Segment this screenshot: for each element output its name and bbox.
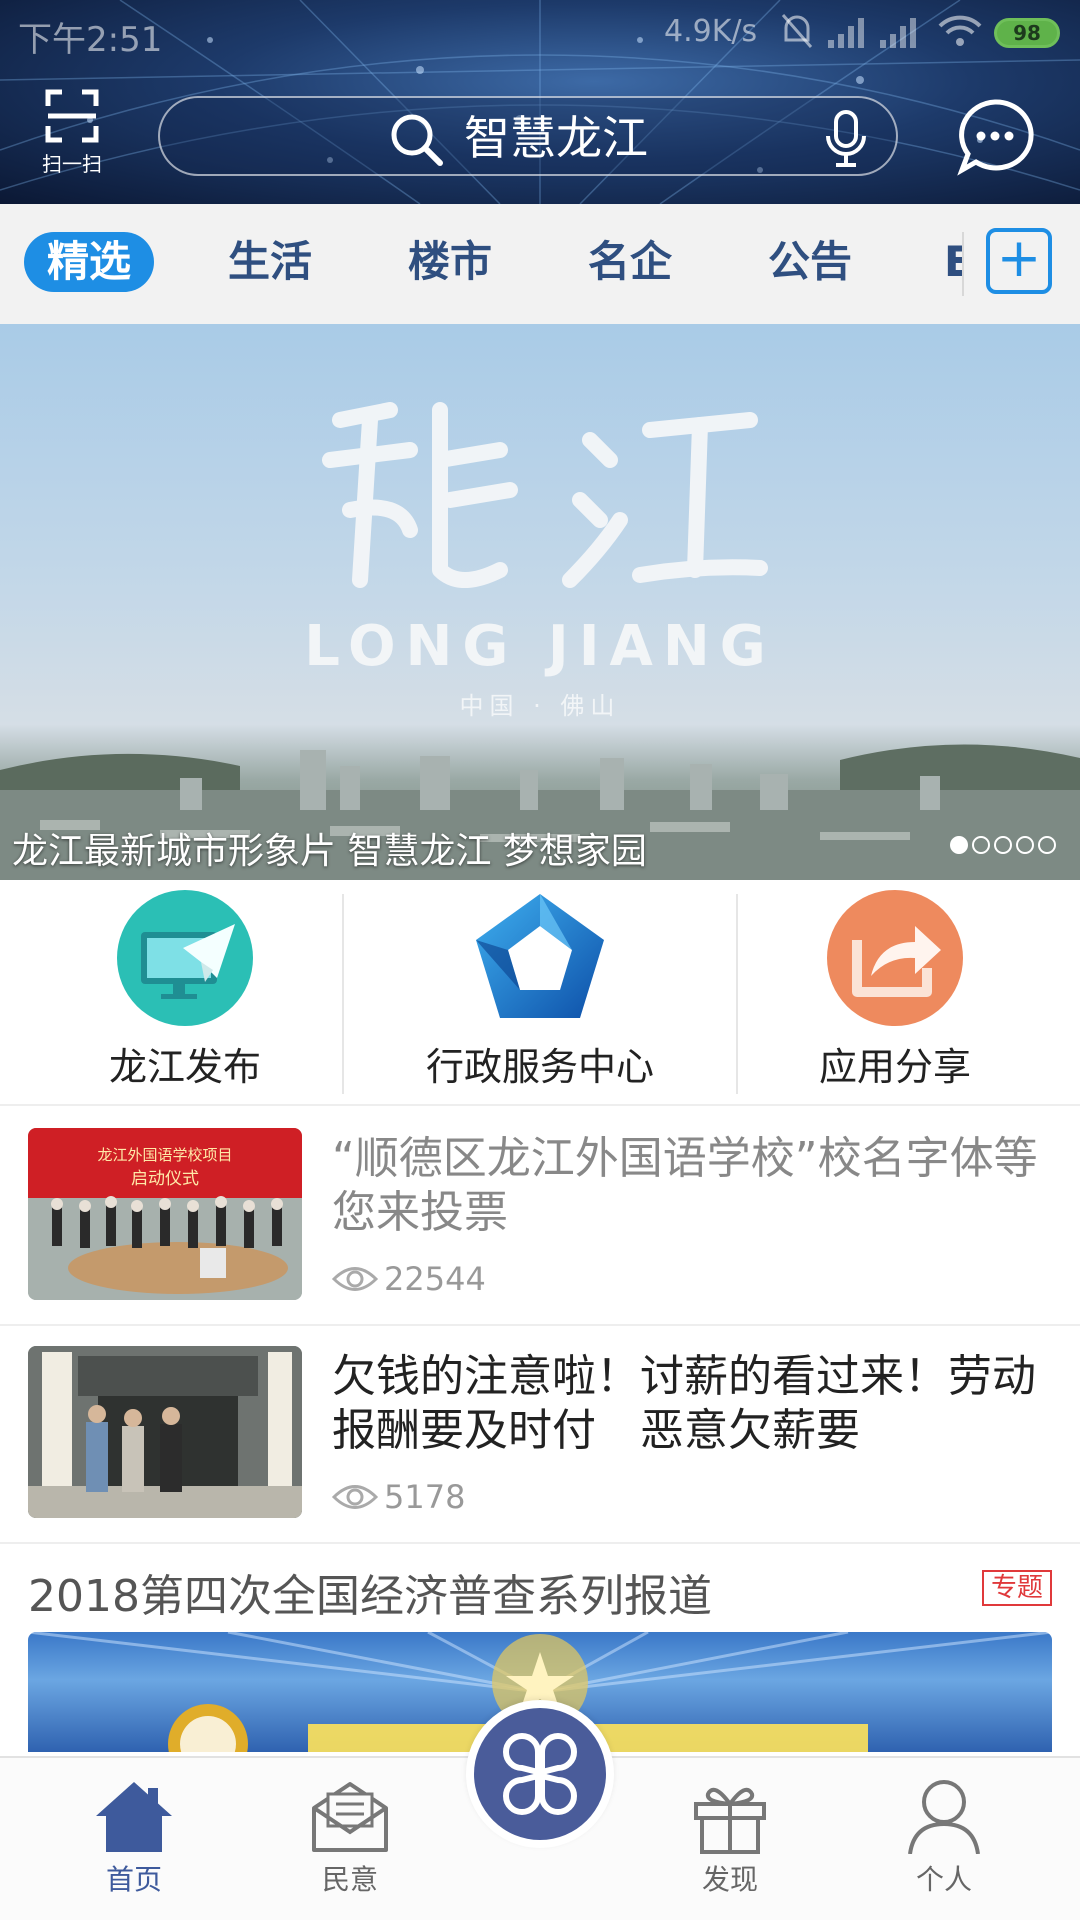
banner-calligraphy-art: [322, 402, 768, 588]
tab-enterprise[interactable]: 名企: [570, 232, 690, 292]
eye-icon: [331, 1485, 379, 1509]
nav-profile[interactable]: 个人: [884, 1778, 1004, 1898]
tab-notice[interactable]: 公告: [750, 232, 870, 292]
nav-label: 民意: [321, 1863, 378, 1896]
view-count-value: 22544: [384, 1260, 486, 1298]
view-count: 22544: [331, 1258, 486, 1298]
nav-discover[interactable]: 发现: [670, 1778, 790, 1898]
tab-divider: [962, 232, 964, 296]
carousel-dot: [1016, 836, 1034, 854]
banner-carousel[interactable]: LONG JIANG 中国 · 佛山 龙江最新城市形象片 智慧龙江 梦想家园: [0, 324, 1080, 880]
quick-longjiang-release[interactable]: 龙江发布: [40, 890, 330, 1100]
nav-label: 首页: [105, 1863, 162, 1896]
clover-icon: [503, 1733, 577, 1815]
quick-divider: [342, 894, 344, 1094]
mail-icon: [312, 1782, 388, 1852]
gift-icon: [694, 1787, 766, 1854]
person-icon: [908, 1780, 980, 1854]
news-title: 欠钱的注意啦！讨薪的看过来！劳动报酬要及时付 恶意欠薪要: [332, 1351, 1036, 1456]
news-item[interactable]: 龙江外国语学校项目 启动仪式 “顺德区龙江外国语学校”校名字体等您来投票 225…: [0, 1108, 1080, 1326]
news-item[interactable]: 欠钱的注意啦！讨薪的看过来！劳动报酬要及时付 恶意欠薪要 5178: [0, 1326, 1080, 1544]
status-time: 下午2:51: [18, 20, 163, 60]
pentagon-logo-icon: [476, 894, 604, 1018]
nav-label: 个人: [915, 1863, 972, 1896]
share-icon: [827, 890, 963, 1026]
banner-caption: 龙江最新城市形象片 智慧龙江 梦想家园: [12, 831, 647, 872]
view-count-value: 5178: [384, 1478, 466, 1516]
news-title: “顺德区龙江外国语学校”校名字体等您来投票: [332, 1133, 1038, 1238]
nav-opinion[interactable]: 民意: [290, 1778, 410, 1898]
scan-button[interactable]: 扫一扫: [30, 88, 114, 178]
quick-divider: [736, 894, 738, 1094]
carousel-dot: [972, 836, 990, 854]
tab-more-partial[interactable]: E: [944, 232, 962, 292]
thumb-banner-text: 龙江外国语学校项目: [97, 1146, 232, 1164]
view-count: 5178: [331, 1476, 466, 1516]
network-speed: 4.9K/s: [664, 14, 758, 49]
search-icon: [391, 114, 443, 166]
tab-life[interactable]: 生活: [210, 232, 330, 292]
search-query-text: 智慧龙江: [464, 111, 648, 165]
thumb-banner-text: 启动仪式: [131, 1169, 199, 1189]
carousel-indicator: [946, 836, 1056, 860]
home-icon: [96, 1782, 172, 1852]
eye-icon: [331, 1267, 379, 1291]
carousel-dot: [950, 836, 968, 854]
quick-label: 应用分享: [818, 1045, 971, 1089]
quick-app-share[interactable]: 应用分享: [760, 890, 1030, 1100]
banner-subtitle: 中国 · 佛山: [459, 692, 621, 720]
quick-services: 龙江发布 行政服务中心 应用分享: [0, 880, 1080, 1106]
battery-indicator: 98: [994, 18, 1060, 48]
carousel-dot: [1038, 836, 1056, 854]
category-tab-bar: 精选 生活 楼市 名企 公告 E: [0, 204, 1080, 324]
quick-label: 龙江发布: [108, 1045, 261, 1089]
bottom-navigation: 首页 民意 发现 个人: [0, 1700, 1080, 1920]
microphone-icon[interactable]: [824, 110, 868, 168]
banner-english-title: LONG JIANG: [304, 614, 776, 679]
search-bar[interactable]: 智慧龙江: [158, 96, 898, 176]
quick-admin-service-center[interactable]: 行政服务中心: [370, 890, 710, 1100]
tab-featured[interactable]: 精选: [24, 232, 154, 292]
nav-home[interactable]: 首页: [74, 1778, 194, 1898]
scan-label: 扫一扫: [42, 152, 102, 176]
add-tab-button[interactable]: [986, 228, 1052, 294]
mute-bell-icon: [781, 14, 813, 48]
nav-center-button[interactable]: [466, 1700, 614, 1848]
nav-label: 发现: [701, 1863, 758, 1896]
carousel-dot: [994, 836, 1012, 854]
news-thumbnail: 龙江外国语学校项目 启动仪式: [28, 1128, 302, 1300]
signal-icon: [880, 18, 916, 48]
message-button[interactable]: [954, 96, 1036, 178]
wifi-icon: [938, 15, 982, 46]
news-thumbnail: [28, 1346, 302, 1518]
topic-badge: 专题: [982, 1570, 1052, 1606]
quick-label: 行政服务中心: [425, 1045, 654, 1089]
signal-icon: [828, 18, 864, 48]
topic-title[interactable]: 2018第四次全国经济普查系列报道: [28, 1560, 712, 1624]
tab-property[interactable]: 楼市: [390, 232, 510, 292]
paper-plane-monitor-icon: [117, 890, 253, 1026]
app-header: 下午2:51 4.9K/s 98 扫一扫 智慧龙江: [0, 0, 1080, 204]
status-bar: 下午2:51 4.9K/s 98: [0, 0, 1080, 68]
scan-icon: [45, 89, 99, 143]
